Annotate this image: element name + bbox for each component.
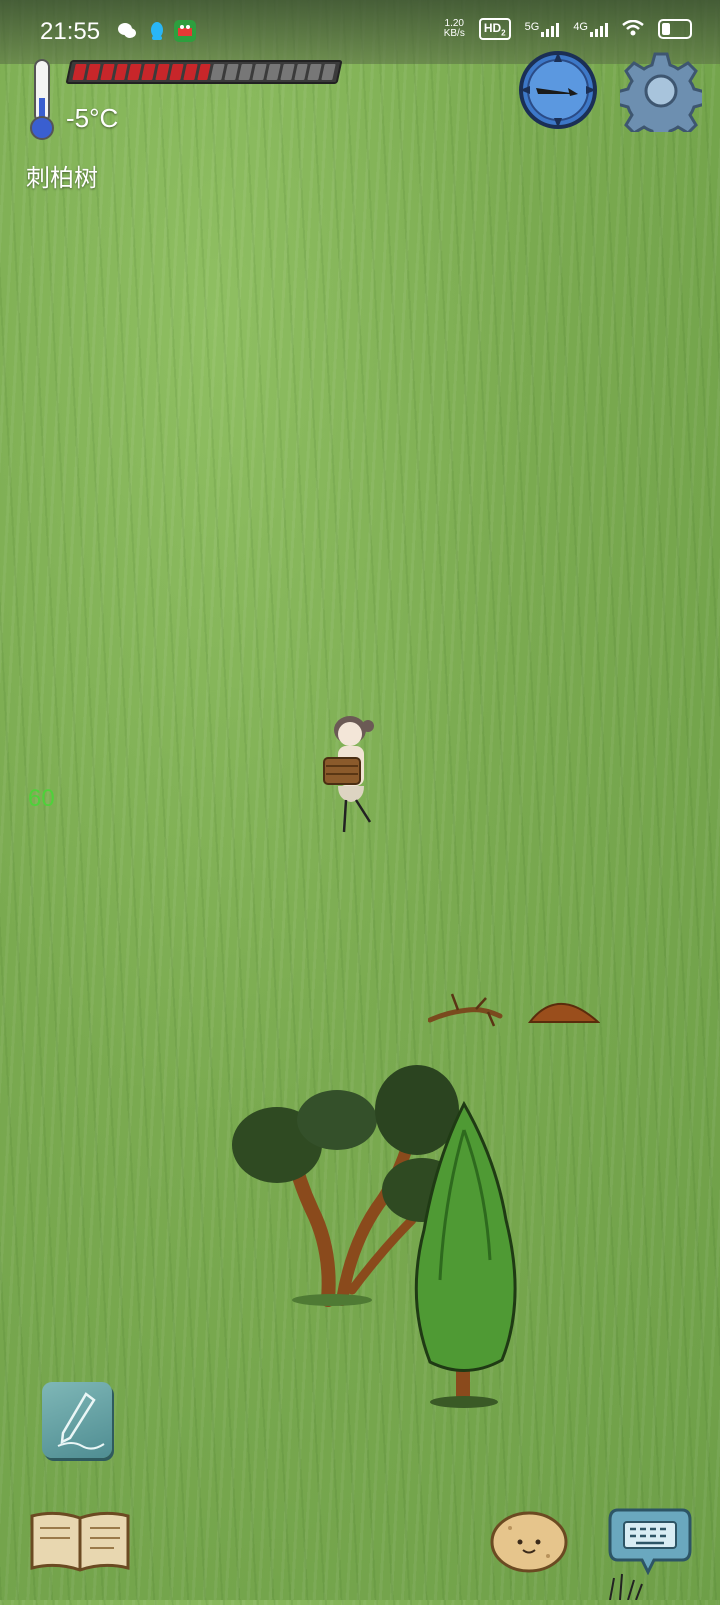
status-clock: 21:55 (40, 18, 101, 45)
bush-plant (600, 1570, 650, 1601)
health-segment (252, 64, 267, 80)
pencil-icon (42, 1382, 112, 1463)
health-segment (210, 64, 225, 80)
book-icon (30, 1508, 130, 1579)
qq-icon (146, 20, 168, 42)
compass-icon[interactable] (518, 50, 598, 130)
network-5g-label: 5G (524, 21, 540, 34)
net-speed-unit: KB/s (443, 28, 465, 40)
potato-face-icon (490, 1510, 568, 1579)
network-4g-label: 4G (573, 21, 588, 34)
health-segment (127, 64, 142, 80)
fps-counter: 60 (28, 785, 55, 812)
health-segment (224, 64, 239, 80)
health-segment (155, 64, 170, 80)
emote-button[interactable] (490, 1510, 568, 1574)
wechat-icon (116, 20, 138, 42)
branch-item[interactable] (427, 990, 508, 1030)
net-speed: 1.20 KB/s (444, 19, 465, 39)
thermometer-icon (26, 58, 58, 144)
signal-bars-icon (541, 21, 560, 38)
hd-sub: 2 (501, 28, 506, 38)
gear-icon[interactable] (615, 50, 707, 144)
health-segment (293, 64, 309, 80)
health-bar (65, 60, 343, 84)
battery-icon (658, 19, 692, 40)
wifi-icon (622, 19, 644, 39)
hd-badge: HD2 (478, 18, 511, 41)
health-segment (238, 64, 253, 80)
status-indicators: 1.20 KB/s HD2 5G 4G (444, 18, 692, 41)
health-segment (141, 64, 156, 80)
hd-label: HD (483, 21, 502, 35)
health-segment (99, 64, 115, 80)
dirt-mound[interactable] (527, 996, 601, 1026)
health-segment (307, 64, 322, 80)
status-bar: 21:55 1.20 KB/s HD2 5G 4G (0, 0, 720, 64)
game-app-icon (174, 20, 196, 42)
juniper-tree[interactable] (406, 1100, 528, 1410)
health-segment (169, 64, 184, 80)
temperature-readout: -5°C (66, 103, 119, 133)
signal-bars-icon (590, 21, 608, 38)
signal-4g: 4G (573, 21, 608, 38)
health-segment (113, 64, 129, 80)
chat-button[interactable] (608, 1506, 692, 1576)
health-segment (196, 64, 212, 80)
journal-button[interactable] (30, 1508, 130, 1574)
signal-5g: 5G (524, 21, 560, 38)
player-character[interactable] (318, 708, 388, 848)
health-segment (266, 64, 281, 80)
write-button[interactable] (42, 1382, 112, 1458)
location-label: 刺柏树 (26, 165, 98, 192)
health-segment (183, 64, 198, 80)
health-segment (86, 64, 101, 80)
health-segment (279, 64, 295, 80)
health-segment (72, 64, 87, 80)
health-segment (321, 64, 336, 80)
